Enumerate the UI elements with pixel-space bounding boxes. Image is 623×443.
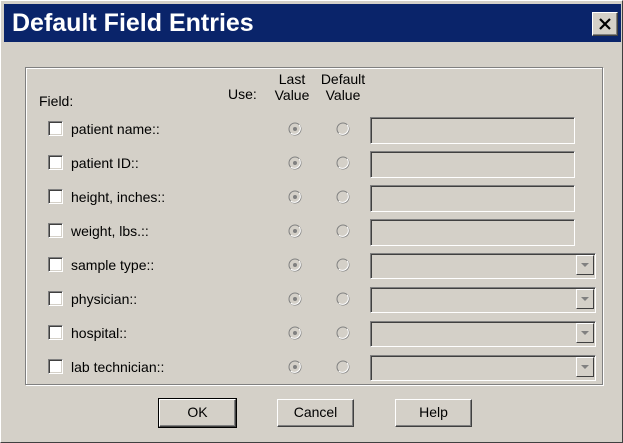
checkbox-physician[interactable] — [48, 291, 63, 306]
field-label-lab-technician: lab technician:: — [71, 359, 165, 375]
last-value-radio-weight-lbs[interactable] — [288, 224, 302, 238]
last-value-radio-lab-technician[interactable] — [288, 360, 302, 374]
last-value-radio-patient-name[interactable] — [288, 122, 302, 136]
cancel-button[interactable]: Cancel — [277, 399, 354, 427]
field-label-patient-id: patient ID:: — [71, 155, 139, 171]
field-column-header: Field: — [39, 93, 74, 109]
field-label-physician: physician:: — [71, 291, 138, 307]
default-field-entries-dialog: Default Field Entries Field: Use: Last V… — [0, 0, 623, 443]
checkbox-patient-name[interactable] — [48, 121, 63, 136]
default-value-radio-height-inches[interactable] — [336, 190, 350, 204]
chevron-down-icon — [581, 331, 589, 335]
dropdown-button[interactable] — [576, 289, 594, 309]
default-value-header-line1: Default — [320, 71, 366, 87]
last-value-radio-physician[interactable] — [288, 292, 302, 306]
default-value-radio-weight-lbs[interactable] — [336, 224, 350, 238]
default-value-radio-lab-technician[interactable] — [336, 360, 350, 374]
combo-lab-technician[interactable] — [370, 355, 596, 381]
close-x-icon — [599, 18, 611, 30]
default-value-radio-physician[interactable] — [336, 292, 350, 306]
last-value-header-line1: Last — [278, 71, 306, 87]
last-value-radio-sample-type[interactable] — [288, 258, 302, 272]
last-value-header-line2: Value — [274, 87, 310, 103]
checkbox-weight-lbs[interactable] — [48, 223, 63, 238]
title-bar[interactable]: Default Field Entries — [4, 4, 621, 42]
last-value-radio-hospital[interactable] — [288, 326, 302, 340]
default-value-radio-sample-type[interactable] — [336, 258, 350, 272]
field-label-height-inches: height, inches:: — [71, 189, 166, 205]
textbox-patient-id[interactable] — [370, 151, 575, 178]
field-label-sample-type: sample type:: — [71, 257, 155, 273]
default-value-radio-patient-name[interactable] — [336, 122, 350, 136]
close-button[interactable] — [592, 12, 618, 36]
default-value-header-line2: Value — [325, 87, 361, 103]
field-label-hospital: hospital:: — [71, 325, 128, 341]
last-value-radio-height-inches[interactable] — [288, 190, 302, 204]
default-value-radio-patient-id[interactable] — [336, 156, 350, 170]
combo-physician[interactable] — [370, 287, 596, 313]
field-label-patient-name: patient name:: — [71, 121, 160, 137]
chevron-down-icon — [581, 297, 589, 301]
textbox-height-inches[interactable] — [370, 185, 575, 212]
default-value-radio-hospital[interactable] — [336, 326, 350, 340]
dropdown-button[interactable] — [576, 357, 594, 377]
dropdown-button[interactable] — [576, 255, 594, 275]
checkbox-patient-id[interactable] — [48, 155, 63, 170]
checkbox-lab-technician[interactable] — [48, 359, 63, 374]
checkbox-height-inches[interactable] — [48, 189, 63, 204]
ok-button[interactable]: OK — [158, 398, 237, 428]
last-value-header: Last Value — [271, 71, 313, 103]
default-value-header: Default Value — [315, 71, 371, 103]
combo-hospital[interactable] — [370, 321, 596, 347]
dropdown-button[interactable] — [576, 323, 594, 343]
chevron-down-icon — [581, 263, 589, 267]
textbox-weight-lbs[interactable] — [370, 219, 575, 246]
chevron-down-icon — [581, 365, 589, 369]
last-value-radio-patient-id[interactable] — [288, 156, 302, 170]
field-label-weight-lbs: weight, lbs.:: — [71, 223, 149, 239]
help-button[interactable]: Help — [395, 399, 472, 427]
use-column-header: Use: — [228, 86, 257, 102]
checkbox-sample-type[interactable] — [48, 257, 63, 272]
combo-sample-type[interactable] — [370, 253, 596, 279]
textbox-patient-name[interactable] — [370, 117, 575, 144]
dialog-title: Default Field Entries — [12, 9, 254, 37]
checkbox-hospital[interactable] — [48, 325, 63, 340]
